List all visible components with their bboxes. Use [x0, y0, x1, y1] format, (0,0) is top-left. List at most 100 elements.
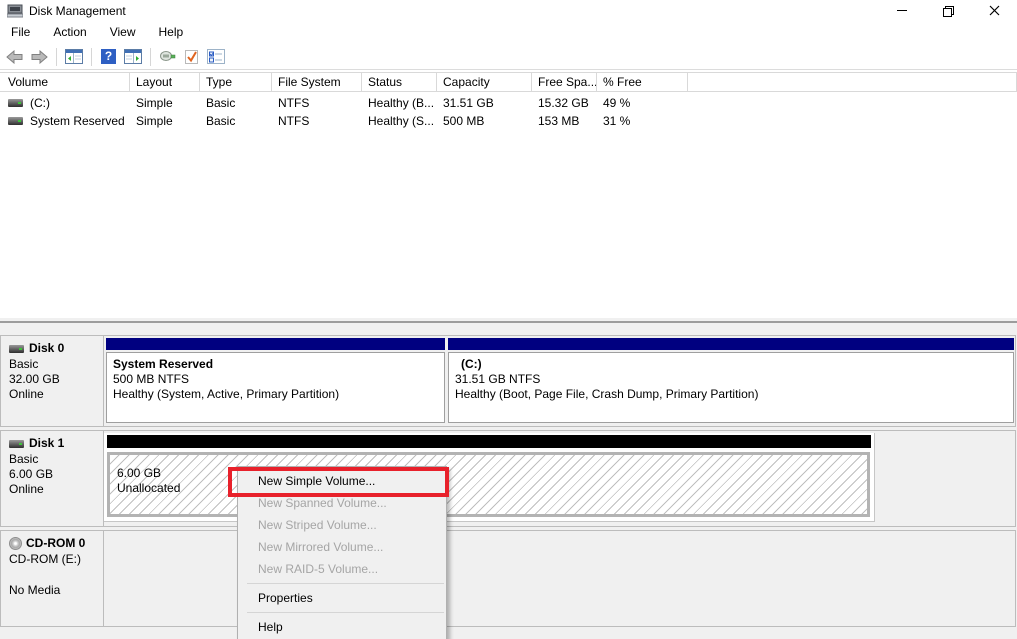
column-header-volume[interactable]: Volume: [0, 73, 130, 92]
show-action-pane-button[interactable]: [121, 46, 144, 68]
highlight-box: [228, 467, 449, 497]
check-icon: [184, 49, 199, 65]
back-button[interactable]: [3, 46, 26, 68]
help-icon: ?: [101, 49, 116, 64]
window-title: Disk Management: [29, 4, 126, 18]
disk-name: Disk 0: [29, 341, 64, 356]
cdrom0-label-panel[interactable]: CD-ROM 0 CD-ROM (E:) No Media: [1, 531, 104, 626]
disk-type: Basic: [9, 452, 99, 467]
help-button[interactable]: ?: [97, 46, 120, 68]
volume-list-pane: Volume Layout Type File System Status Ca…: [0, 70, 1017, 318]
restore-button[interactable]: [925, 0, 971, 21]
toolbar-separator: [91, 48, 92, 66]
volume-status: Healthy (S...: [362, 114, 437, 128]
cdrom-status: No Media: [9, 583, 99, 598]
checklist-icon: [207, 49, 225, 64]
checklist-button[interactable]: [204, 46, 227, 68]
menu-item-help[interactable]: Help: [238, 616, 446, 638]
menu-item-new-raid5-volume: New RAID-5 Volume...: [238, 558, 446, 580]
pane-splitter[interactable]: [0, 318, 1017, 327]
close-button[interactable]: [971, 0, 1017, 21]
toolbar-separator: [56, 48, 57, 66]
menu-help[interactable]: Help: [150, 23, 193, 41]
app-icon: [7, 4, 23, 18]
volume-table-header: Volume Layout Type File System Status Ca…: [0, 72, 1017, 92]
check-task-button[interactable]: [180, 46, 203, 68]
disk-name: Disk 1: [29, 436, 64, 451]
inspect-button[interactable]: [156, 46, 179, 68]
column-header-capacity[interactable]: Capacity: [437, 73, 532, 92]
unallocated-region[interactable]: 6.00 GB Unallocated: [104, 433, 875, 522]
volume-pct-free: 31 %: [597, 114, 688, 128]
volume-capacity: 500 MB: [437, 114, 532, 128]
cdrom-drive-letter: CD-ROM (E:): [9, 552, 99, 567]
volume-free-space: 153 MB: [532, 114, 597, 128]
volume-capacity: 31.51 GB: [437, 96, 532, 110]
close-icon: [989, 5, 1000, 16]
column-header-free-space[interactable]: Free Spa...: [532, 73, 597, 92]
menu-bar: File Action View Help: [0, 21, 1017, 42]
column-header-pct-free[interactable]: % Free: [597, 73, 688, 92]
volume-layout: Simple: [130, 96, 200, 110]
show-console-tree-button[interactable]: [62, 46, 85, 68]
volume-name: (C:): [30, 96, 50, 110]
volume-layout: Simple: [130, 114, 200, 128]
forward-button[interactable]: [27, 46, 50, 68]
table-row[interactable]: (C:) Simple Basic NTFS Healthy (B... 31.…: [0, 94, 1017, 112]
partition-c-drive[interactable]: (C:) 31.51 GB NTFS Healthy (Boot, Page F…: [448, 338, 1014, 423]
disk0-label-panel[interactable]: Disk 0 Basic 32.00 GB Online: [1, 336, 104, 426]
column-header-file-system[interactable]: File System: [272, 73, 362, 92]
unallocated-color-bar: [107, 435, 871, 448]
menu-action[interactable]: Action: [44, 23, 95, 41]
column-header-layout[interactable]: Layout: [130, 73, 200, 92]
disk-size: 32.00 GB: [9, 372, 99, 387]
disk1-label-panel[interactable]: Disk 1 Basic 6.00 GB Online: [1, 431, 104, 526]
volume-free-space: 15.32 GB: [532, 96, 597, 110]
menu-item-new-striped-volume: New Striped Volume...: [238, 514, 446, 536]
column-header-status[interactable]: Status: [362, 73, 437, 92]
volume-name: System Reserved: [30, 114, 125, 128]
show-action-pane-icon: [124, 49, 142, 64]
partition-size: 31.51 GB NTFS: [455, 372, 1009, 387]
disk-status: Online: [9, 482, 99, 497]
partition-health: Healthy (Boot, Page File, Crash Dump, Pr…: [455, 387, 1009, 402]
minimize-button[interactable]: [879, 0, 925, 21]
inspect-icon: [159, 50, 177, 64]
column-header-type[interactable]: Type: [200, 73, 272, 92]
partition-name: (C:): [455, 357, 1009, 372]
partition-size: 500 MB NTFS: [113, 372, 440, 387]
menu-view[interactable]: View: [101, 23, 145, 41]
volume-type: Basic: [200, 114, 272, 128]
show-console-tree-icon: [65, 49, 83, 64]
restore-icon: [943, 6, 953, 16]
disk0-row: Disk 0 Basic 32.00 GB Online System Rese…: [0, 335, 1016, 427]
menu-separator: [247, 583, 444, 584]
menu-file[interactable]: File: [2, 23, 39, 41]
volume-icon: [8, 117, 23, 125]
cdrom0-row: CD-ROM 0 CD-ROM (E:) No Media: [0, 530, 1016, 627]
title-bar: Disk Management: [0, 0, 1017, 21]
volume-icon: [8, 99, 23, 107]
partition-name: System Reserved: [113, 357, 440, 372]
volume-pct-free: 49 %: [597, 96, 688, 110]
disk-management-window: Disk Management File Action View Help: [0, 0, 1017, 639]
forward-icon: [30, 50, 48, 64]
partition-color-bar: [106, 338, 445, 350]
toolbar: ?: [0, 44, 1017, 70]
column-header-empty: [688, 73, 1017, 92]
disk-status: Online: [9, 387, 99, 402]
cdrom-name: CD-ROM 0: [26, 536, 85, 551]
disk-icon: [9, 440, 24, 448]
cd-rom-icon: [9, 537, 22, 550]
volume-file-system: NTFS: [272, 96, 362, 110]
partition-system-reserved[interactable]: System Reserved 500 MB NTFS Healthy (Sys…: [106, 338, 445, 423]
partition-color-bar: [448, 338, 1014, 350]
menu-item-new-mirrored-volume: New Mirrored Volume...: [238, 536, 446, 558]
menu-separator: [247, 612, 444, 613]
volume-type: Basic: [200, 96, 272, 110]
table-row[interactable]: System Reserved Simple Basic NTFS Health…: [0, 112, 1017, 130]
menu-item-properties[interactable]: Properties: [238, 587, 446, 609]
back-icon: [6, 50, 24, 64]
minimize-icon: [897, 10, 907, 11]
disk-type: Basic: [9, 357, 99, 372]
